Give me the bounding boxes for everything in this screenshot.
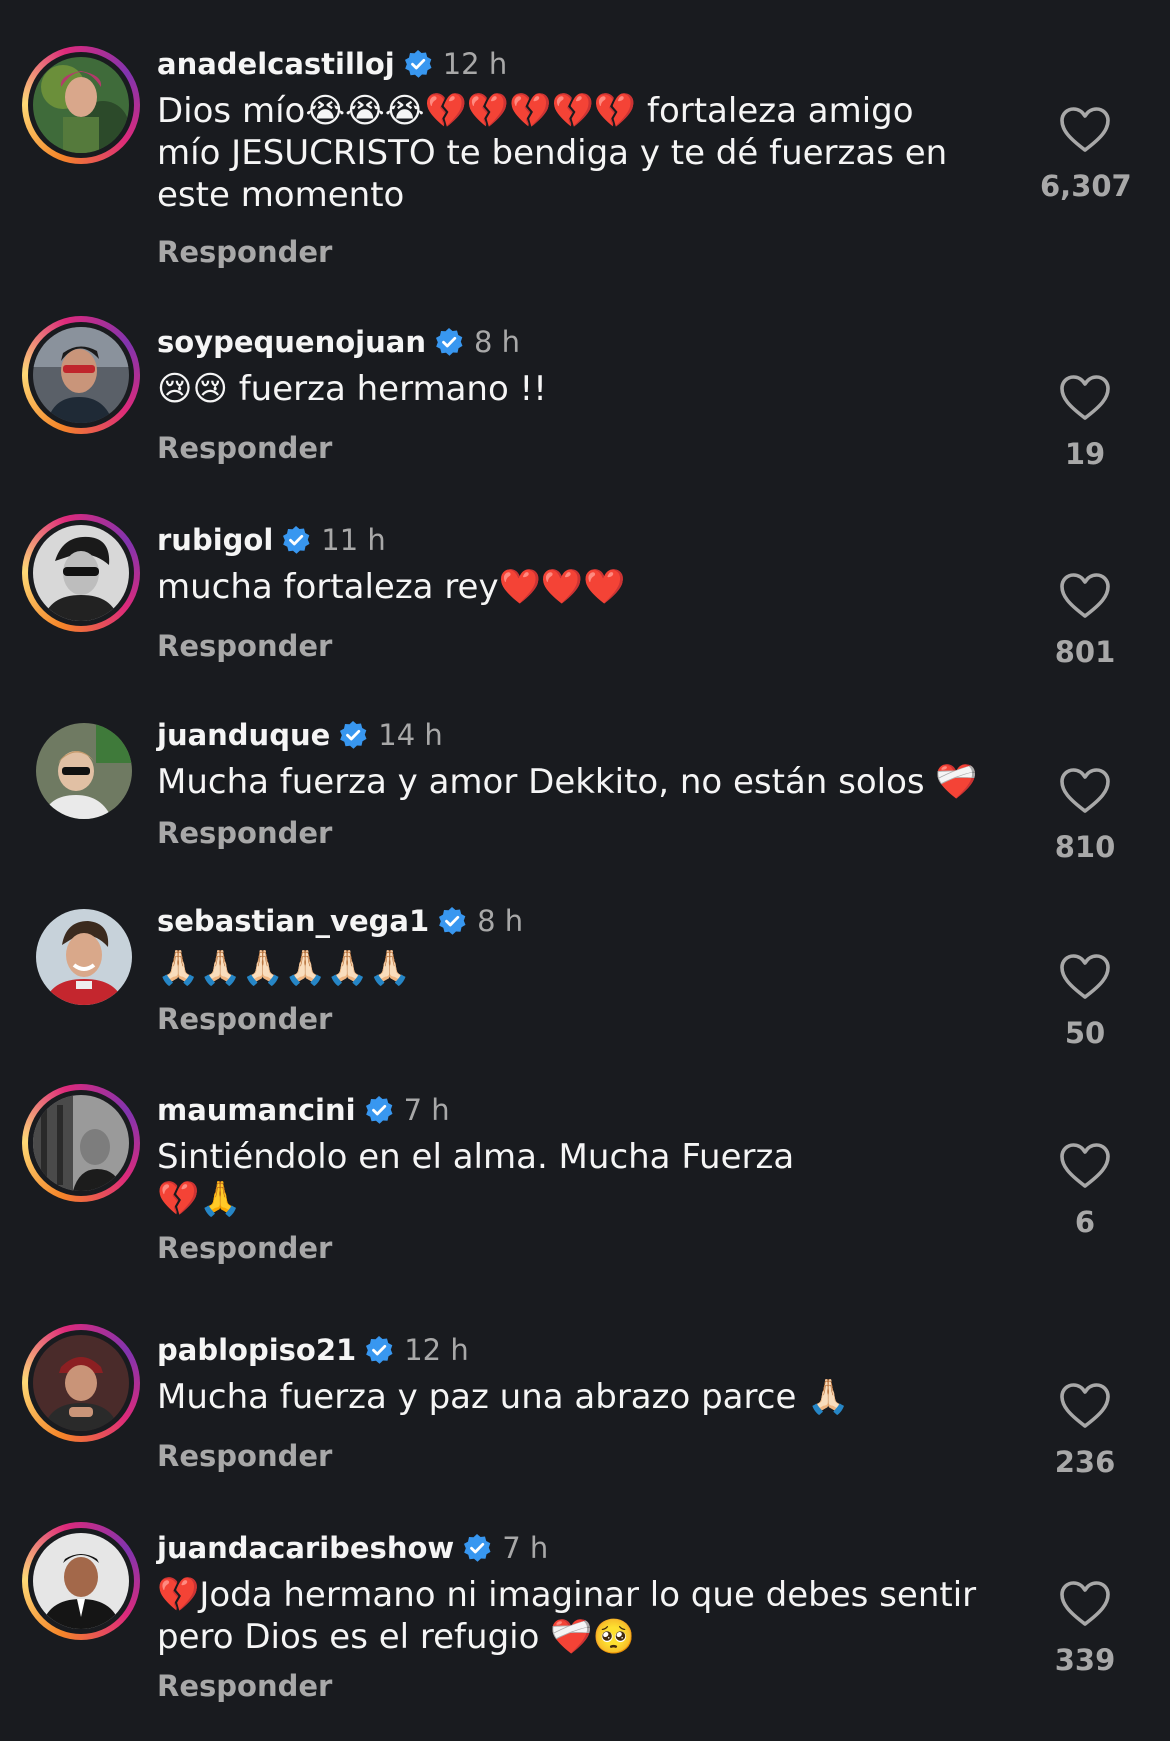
timestamp: 12 h	[442, 47, 508, 81]
verified-badge-icon	[364, 1335, 394, 1365]
comment-meta: maumancini 7 h	[157, 1090, 1007, 1130]
comment-meta: juandacaribeshow 7 h	[157, 1528, 1007, 1568]
verified-badge-icon	[403, 49, 433, 79]
comment-text: mucha fortaleza rey❤️❤️❤️	[157, 567, 626, 607]
heart-outline-icon[interactable]	[1059, 1142, 1111, 1190]
like-count[interactable]: 236	[1040, 1442, 1130, 1482]
username[interactable]: sebastian_vega1	[157, 901, 429, 941]
reply-button[interactable]: Responder	[157, 428, 1007, 468]
verified-badge-icon	[437, 906, 467, 936]
reply-button[interactable]: Responder	[157, 626, 1007, 666]
comment-text: 🙏🏻🙏🏻🙏🏻🙏🏻🙏🏻🙏🏻	[157, 948, 412, 988]
like-control: 50	[1040, 953, 1130, 1053]
heart-outline-icon[interactable]	[1059, 1382, 1111, 1430]
like-count[interactable]: 339	[1040, 1640, 1130, 1680]
comment-meta: anadelcastilloj 12 h	[157, 44, 1007, 84]
username[interactable]: rubigol	[157, 520, 273, 560]
like-count[interactable]: 810	[1040, 827, 1130, 867]
like-control: 339	[1040, 1580, 1130, 1680]
avatar-story-ring[interactable]	[22, 46, 140, 164]
avatar	[36, 723, 132, 819]
comment-text: 💔Joda hermano ni imaginar lo que debes s…	[157, 1575, 987, 1657]
avatar-wrapper[interactable]	[22, 895, 140, 1013]
comment-meta: juanduque 14 h	[157, 715, 1007, 755]
avatar-story-ring[interactable]	[22, 514, 140, 632]
reply-button[interactable]: Responder	[157, 1228, 1007, 1268]
comment-text: Sintiéndolo en el alma. Mucha Fuerza 💔🙏	[157, 1137, 805, 1219]
reply-button[interactable]: Responder	[157, 813, 1007, 853]
heart-outline-icon[interactable]	[1059, 106, 1111, 154]
comment-meta: sebastian_vega1 8 h	[157, 901, 1007, 941]
avatar	[33, 57, 129, 153]
heart-outline-icon[interactable]	[1059, 953, 1111, 1001]
like-control: 236	[1040, 1382, 1130, 1482]
avatar	[33, 525, 129, 621]
reply-button[interactable]: Responder	[157, 232, 1007, 272]
timestamp: 8 h	[477, 904, 524, 938]
heart-outline-icon[interactable]	[1059, 767, 1111, 815]
avatar	[36, 909, 132, 1005]
username[interactable]: soypequenojuan	[157, 322, 426, 362]
like-count[interactable]: 801	[1040, 632, 1130, 672]
heart-outline-icon[interactable]	[1059, 1580, 1111, 1628]
timestamp: 7 h	[403, 1093, 450, 1127]
like-count[interactable]: 50	[1040, 1013, 1130, 1053]
avatar-story-ring[interactable]	[22, 1324, 140, 1442]
timestamp: 8 h	[473, 325, 521, 359]
like-control: 6,307	[1040, 106, 1132, 206]
comment-text: Mucha fuerza y amor Dekkito, no están so…	[157, 762, 978, 802]
like-control: 801	[1040, 572, 1130, 672]
comment-text: Dios mío😭😭😭💔💔💔💔💔 fortaleza amigo mío JES…	[157, 91, 959, 215]
timestamp: 7 h	[502, 1531, 549, 1565]
avatar	[33, 1533, 129, 1629]
reply-button[interactable]: Responder	[157, 1436, 1007, 1476]
comment-meta: pablopiso21 12 h	[157, 1330, 1007, 1370]
comment-text: 😢😢 fuerza hermano !!	[157, 369, 547, 409]
avatar	[33, 1335, 129, 1431]
heart-outline-icon[interactable]	[1059, 572, 1111, 620]
verified-badge-icon	[462, 1533, 492, 1563]
like-control: 810	[1040, 767, 1130, 867]
avatar	[33, 1095, 129, 1191]
like-control: 6	[1040, 1142, 1130, 1242]
like-count[interactable]: 19	[1040, 434, 1130, 474]
verified-badge-icon	[281, 525, 311, 555]
avatar	[33, 327, 129, 423]
timestamp: 14 h	[378, 718, 443, 752]
timestamp: 11 h	[321, 523, 386, 557]
avatar-story-ring[interactable]	[22, 1522, 140, 1640]
comment-text: Mucha fuerza y paz una abrazo parce 🙏🏻	[157, 1377, 850, 1417]
avatar-story-ring[interactable]	[22, 1084, 140, 1202]
like-count[interactable]: 6	[1040, 1202, 1130, 1242]
verified-badge-icon	[338, 720, 368, 750]
avatar-story-ring[interactable]	[22, 316, 140, 434]
username[interactable]: pablopiso21	[157, 1330, 356, 1370]
username[interactable]: juandacaribeshow	[157, 1528, 454, 1568]
verified-badge-icon	[434, 327, 464, 357]
comment-meta: soypequenojuan 8 h	[157, 322, 1007, 362]
timestamp: 12 h	[404, 1333, 469, 1367]
like-control: 19	[1040, 374, 1130, 474]
avatar-wrapper[interactable]	[22, 709, 140, 827]
reply-button[interactable]: Responder	[157, 999, 1007, 1039]
username[interactable]: anadelcastilloj	[157, 44, 395, 84]
reply-button[interactable]: Responder	[157, 1666, 1007, 1706]
verified-badge-icon	[364, 1095, 394, 1125]
username[interactable]: juanduque	[157, 715, 330, 755]
comment-meta: rubigol 11 h	[157, 520, 1007, 560]
heart-outline-icon[interactable]	[1059, 374, 1111, 422]
username[interactable]: maumancini	[157, 1090, 356, 1130]
like-count[interactable]: 6,307	[1040, 166, 1132, 206]
